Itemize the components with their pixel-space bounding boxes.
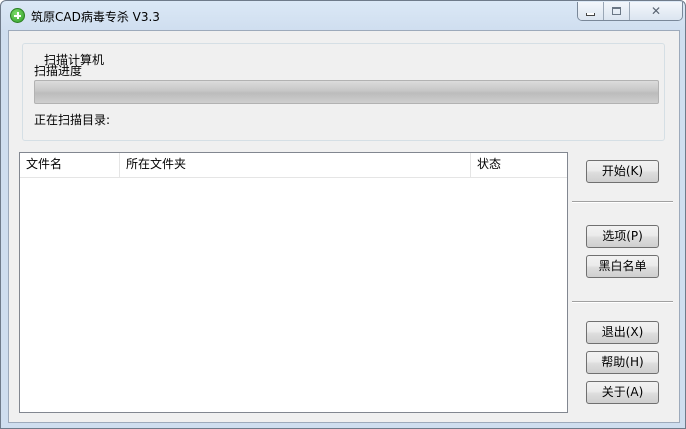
title-bar[interactable]: 筑原CAD病毒专杀 V3.3 ✕ <box>1 1 685 31</box>
file-list[interactable]: 文件名 所在文件夹 状态 <box>19 152 568 413</box>
maximize-icon <box>612 7 621 15</box>
main-window: 筑原CAD病毒专杀 V3.3 ✕ 扫描计算机 扫描进度 正在扫描目录: 文件名 … <box>0 0 686 429</box>
progress-label: 扫描进度 <box>34 64 83 78</box>
column-header-folder[interactable]: 所在文件夹 <box>120 153 471 177</box>
app-plus-icon <box>10 8 25 23</box>
blacklist-button[interactable]: 黑白名单 <box>586 255 659 278</box>
exit-button[interactable]: 退出(X) <box>586 321 659 344</box>
options-button[interactable]: 选项(P) <box>586 225 659 248</box>
close-button[interactable]: ✕ <box>630 2 682 20</box>
scan-progress-bar <box>34 80 659 104</box>
start-button[interactable]: 开始(K) <box>586 160 659 183</box>
client-area: 扫描计算机 扫描进度 正在扫描目录: 文件名 所在文件夹 状态 开始(K) 选项… <box>8 30 680 423</box>
help-button[interactable]: 帮助(H) <box>586 351 659 374</box>
minimize-button[interactable] <box>578 2 604 20</box>
window-title: 筑原CAD病毒专杀 V3.3 <box>31 10 160 24</box>
file-list-header: 文件名 所在文件夹 状态 <box>20 153 567 178</box>
column-header-filename[interactable]: 文件名 <box>20 153 120 177</box>
window-controls: ✕ <box>577 2 683 21</box>
maximize-button[interactable] <box>604 2 630 20</box>
column-header-status[interactable]: 状态 <box>471 153 567 177</box>
separator-1 <box>572 201 673 203</box>
about-button[interactable]: 关于(A) <box>586 381 659 404</box>
current-directory-label: 正在扫描目录: <box>34 113 111 127</box>
minimize-icon <box>586 12 595 16</box>
close-icon: ✕ <box>650 4 662 18</box>
separator-2 <box>572 301 673 303</box>
